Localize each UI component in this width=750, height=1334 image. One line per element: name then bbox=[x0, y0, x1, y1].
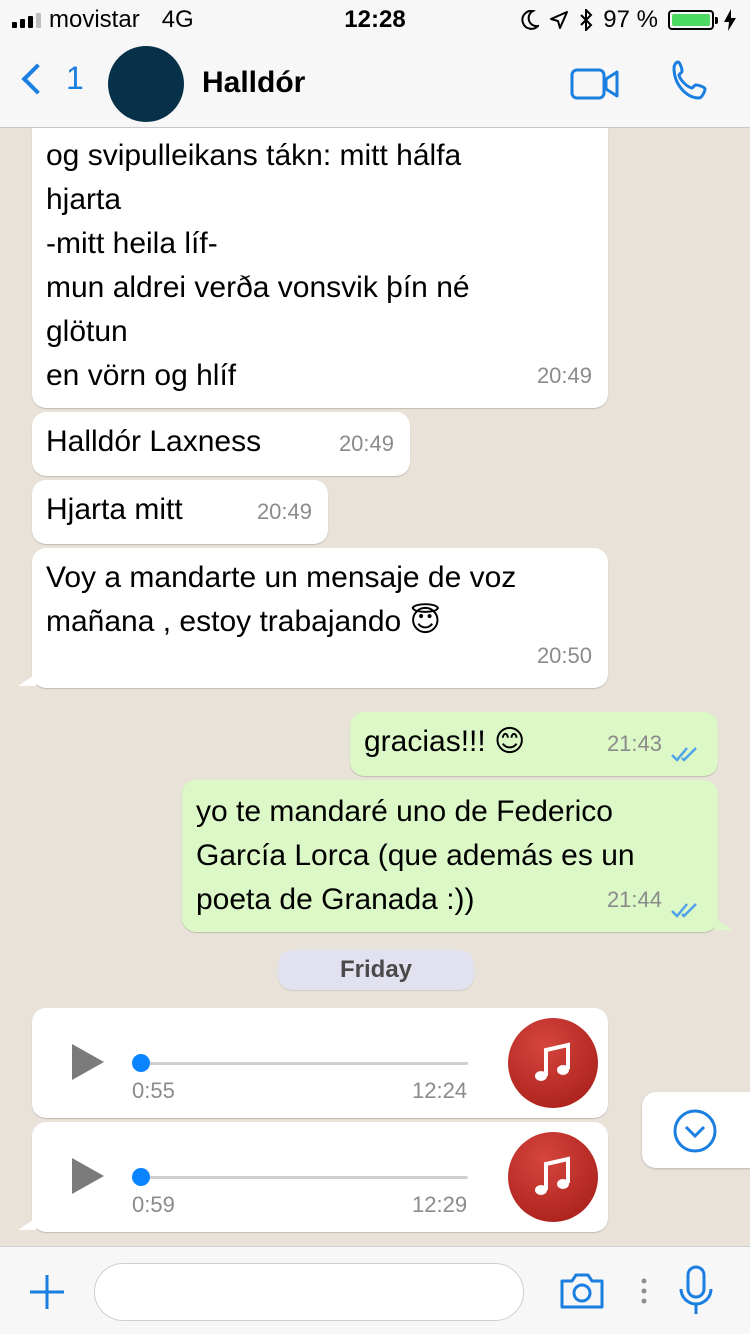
message-time: 20:50 bbox=[536, 643, 592, 668]
audio-progress-track[interactable] bbox=[134, 1062, 468, 1065]
chat-area[interactable]: og svipulleikans tákn: mitt hálfa hjarta… bbox=[0, 128, 750, 1246]
message-bubble-incoming[interactable]: Halldór Laxness 20:49 bbox=[32, 412, 410, 476]
moon-icon bbox=[521, 10, 540, 30]
play-icon[interactable] bbox=[72, 1158, 104, 1194]
read-receipt-icon bbox=[671, 903, 697, 918]
music-note-icon bbox=[508, 1132, 598, 1222]
contact-name[interactable]: Halldór bbox=[202, 66, 305, 100]
charging-icon bbox=[724, 9, 736, 31]
microphone-icon[interactable] bbox=[676, 1265, 716, 1317]
voice-duration: 0:55 bbox=[132, 1078, 175, 1103]
chevron-left-icon bbox=[21, 62, 53, 95]
message-time: 20:49 bbox=[256, 499, 312, 524]
audio-progress-knob[interactable] bbox=[132, 1168, 150, 1186]
chevron-down-icon bbox=[673, 1109, 717, 1153]
message-bubble-incoming[interactable]: Hjarta mitt 20:49 bbox=[32, 480, 328, 544]
scroll-to-bottom-button[interactable] bbox=[642, 1092, 750, 1168]
music-note-icon bbox=[508, 1018, 598, 1108]
video-call-icon[interactable] bbox=[570, 68, 620, 100]
message-time: 21:44 bbox=[606, 887, 662, 912]
bluetooth-icon bbox=[580, 9, 593, 31]
more-icon[interactable] bbox=[640, 1277, 648, 1305]
message-bubble-incoming[interactable]: og svipulleikans tákn: mitt hálfa hjarta… bbox=[32, 128, 608, 408]
battery-percent: 97 % bbox=[603, 6, 658, 33]
voice-duration: 0:59 bbox=[132, 1192, 175, 1217]
unread-count: 1 bbox=[66, 60, 84, 96]
read-receipt-icon bbox=[671, 747, 697, 762]
voice-message[interactable]: 0:59 12:29 bbox=[32, 1122, 608, 1232]
message-time: 20:49 bbox=[536, 363, 592, 388]
message-bubble-incoming[interactable]: Voy a mandarte un mensaje de voz mañana … bbox=[32, 548, 608, 688]
back-button[interactable]: 1 bbox=[16, 60, 84, 97]
bubble-tail bbox=[18, 674, 36, 686]
voice-time: 12:29 bbox=[412, 1192, 468, 1217]
battery-icon bbox=[668, 10, 718, 30]
message-time: 20:49 bbox=[338, 431, 394, 456]
location-icon bbox=[550, 11, 569, 29]
status-bar: movistar 4G 12:28 97 % bbox=[0, 0, 750, 40]
message-text: Voy a mandarte un mensaje de voz mañana … bbox=[46, 561, 517, 638]
date-separator: Friday bbox=[278, 950, 474, 990]
avatar[interactable] bbox=[108, 46, 184, 122]
voice-time: 12:24 bbox=[412, 1078, 468, 1103]
voice-message[interactable]: 0:55 12:24 bbox=[32, 1008, 608, 1118]
phone-icon[interactable] bbox=[668, 58, 714, 104]
audio-progress-track[interactable] bbox=[134, 1176, 468, 1179]
chat-header: 1 Halldór bbox=[0, 40, 750, 128]
bubble-tail bbox=[714, 918, 732, 930]
message-text: og svipulleikans tákn: mitt hálfa hjarta… bbox=[46, 139, 470, 392]
message-input[interactable] bbox=[94, 1263, 524, 1321]
play-icon[interactable] bbox=[72, 1044, 104, 1080]
camera-icon[interactable] bbox=[558, 1271, 606, 1311]
composer-bar bbox=[0, 1246, 750, 1334]
plus-icon[interactable] bbox=[28, 1273, 66, 1311]
status-right: 97 % bbox=[521, 6, 736, 34]
message-time: 21:43 bbox=[606, 731, 662, 756]
message-bubble-outgoing[interactable]: gracias!!! 😊 21:43 bbox=[350, 712, 718, 776]
audio-progress-knob[interactable] bbox=[132, 1054, 150, 1072]
bubble-tail bbox=[18, 1218, 36, 1230]
message-bubble-outgoing[interactable]: yo te mandaré uno de Federico García Lor… bbox=[182, 780, 718, 932]
